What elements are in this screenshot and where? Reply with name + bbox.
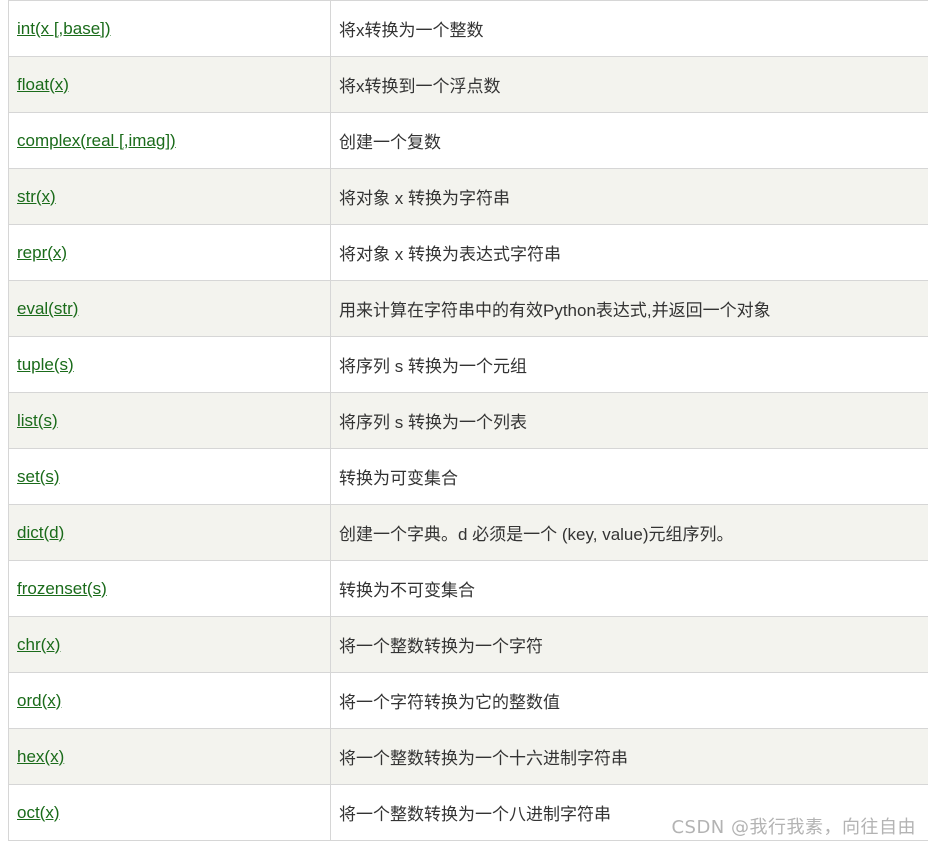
description-cell: 将对象 x 转换为表达式字符串 xyxy=(330,224,928,281)
function-cell: set(s) xyxy=(8,448,331,505)
table-row: repr(x) 将对象 x 转换为表达式字符串 xyxy=(8,224,928,281)
function-link[interactable]: str(x) xyxy=(17,187,56,206)
function-link[interactable]: chr(x) xyxy=(17,635,60,654)
function-cell: chr(x) xyxy=(8,616,331,673)
table-row: dict(d) 创建一个字典。d 必须是一个 (key, value)元组序列。 xyxy=(8,504,928,561)
function-link[interactable]: ord(x) xyxy=(17,691,61,710)
function-link[interactable]: tuple(s) xyxy=(17,355,74,374)
watermark: CSDN @我行我素，向往自由 xyxy=(671,817,916,838)
table-row: float(x) 将x转换到一个浮点数 xyxy=(8,56,928,113)
function-cell: int(x [,base]) xyxy=(8,0,331,57)
function-cell: ord(x) xyxy=(8,672,331,729)
function-link[interactable]: eval(str) xyxy=(17,299,78,318)
table-row: str(x) 将对象 x 转换为字符串 xyxy=(8,168,928,225)
description-cell: 将序列 s 转换为一个列表 xyxy=(330,392,928,449)
table-row: chr(x) 将一个整数转换为一个字符 xyxy=(8,616,928,673)
description-cell: 将x转换为一个整数 xyxy=(330,0,928,57)
table-body: int(x [,base]) 将x转换为一个整数 float(x) 将x转换到一… xyxy=(8,0,928,841)
function-link[interactable]: frozenset(s) xyxy=(17,579,107,598)
description-cell: 转换为不可变集合 xyxy=(330,560,928,617)
description-cell: 用来计算在字符串中的有效Python表达式,并返回一个对象 xyxy=(330,280,928,337)
table-row: tuple(s) 将序列 s 转换为一个元组 xyxy=(8,336,928,393)
function-link[interactable]: dict(d) xyxy=(17,523,64,542)
function-link[interactable]: complex(real [,imag]) xyxy=(17,131,176,150)
table-row: eval(str) 用来计算在字符串中的有效Python表达式,并返回一个对象 xyxy=(8,280,928,337)
function-cell: eval(str) xyxy=(8,280,331,337)
function-cell: oct(x) xyxy=(8,784,331,841)
function-cell: float(x) xyxy=(8,56,331,113)
description-cell: 将对象 x 转换为字符串 xyxy=(330,168,928,225)
function-cell: list(s) xyxy=(8,392,331,449)
description-cell: 创建一个字典。d 必须是一个 (key, value)元组序列。 xyxy=(330,504,928,561)
function-link[interactable]: int(x [,base]) xyxy=(17,19,111,38)
table-row: int(x [,base]) 将x转换为一个整数 xyxy=(8,0,928,57)
description-cell: 创建一个复数 xyxy=(330,112,928,169)
description-cell: 将一个整数转换为一个字符 xyxy=(330,616,928,673)
function-cell: dict(d) xyxy=(8,504,331,561)
function-link[interactable]: hex(x) xyxy=(17,747,64,766)
function-cell: tuple(s) xyxy=(8,336,331,393)
description-cell: 将一个整数转换为一个十六进制字符串 xyxy=(330,728,928,785)
table-row: hex(x) 将一个整数转换为一个十六进制字符串 xyxy=(8,728,928,785)
page: int(x [,base]) 将x转换为一个整数 float(x) 将x转换到一… xyxy=(0,0,928,846)
table-row: complex(real [,imag]) 创建一个复数 xyxy=(8,112,928,169)
function-cell: str(x) xyxy=(8,168,331,225)
conversion-functions-table: int(x [,base]) 将x转换为一个整数 float(x) 将x转换到一… xyxy=(8,0,928,841)
function-link[interactable]: float(x) xyxy=(17,75,69,94)
description-cell: 将序列 s 转换为一个元组 xyxy=(330,336,928,393)
function-link[interactable]: repr(x) xyxy=(17,243,67,262)
function-link[interactable]: oct(x) xyxy=(17,803,60,822)
function-link[interactable]: set(s) xyxy=(17,467,60,486)
function-cell: frozenset(s) xyxy=(8,560,331,617)
table-row: frozenset(s) 转换为不可变集合 xyxy=(8,560,928,617)
description-cell: 转换为可变集合 xyxy=(330,448,928,505)
table-row: set(s) 转换为可变集合 xyxy=(8,448,928,505)
function-link[interactable]: list(s) xyxy=(17,411,58,430)
description-cell: 将x转换到一个浮点数 xyxy=(330,56,928,113)
table-row: ord(x) 将一个字符转换为它的整数值 xyxy=(8,672,928,729)
table-row: list(s) 将序列 s 转换为一个列表 xyxy=(8,392,928,449)
description-cell: 将一个字符转换为它的整数值 xyxy=(330,672,928,729)
function-cell: complex(real [,imag]) xyxy=(8,112,331,169)
function-cell: hex(x) xyxy=(8,728,331,785)
function-cell: repr(x) xyxy=(8,224,331,281)
